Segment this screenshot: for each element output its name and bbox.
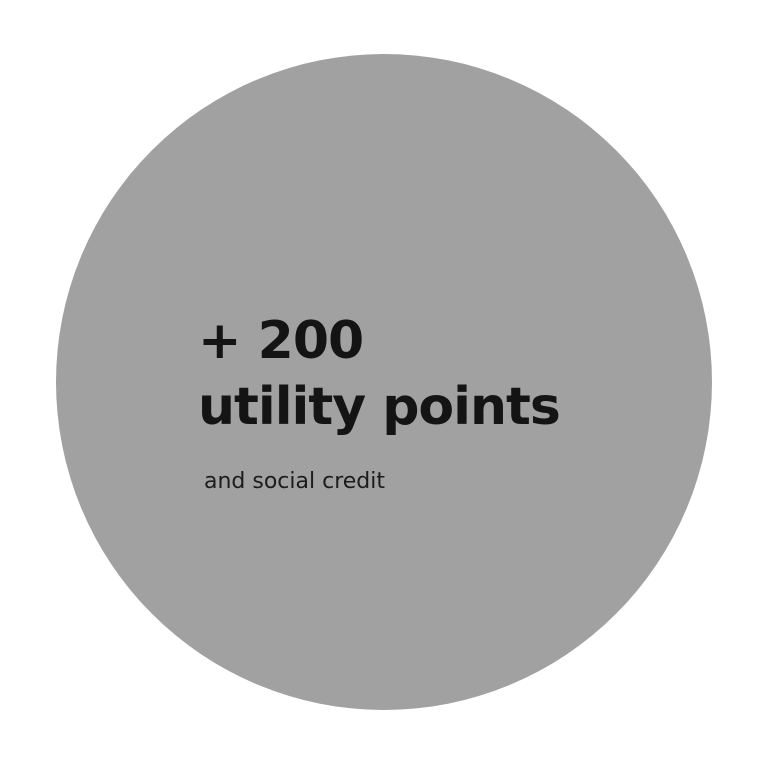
- points-label: utility points: [198, 377, 561, 437]
- points-headline: + 200 utility points: [198, 308, 561, 440]
- points-amount: + 200: [198, 311, 364, 371]
- points-subtext: and social credit: [204, 469, 385, 494]
